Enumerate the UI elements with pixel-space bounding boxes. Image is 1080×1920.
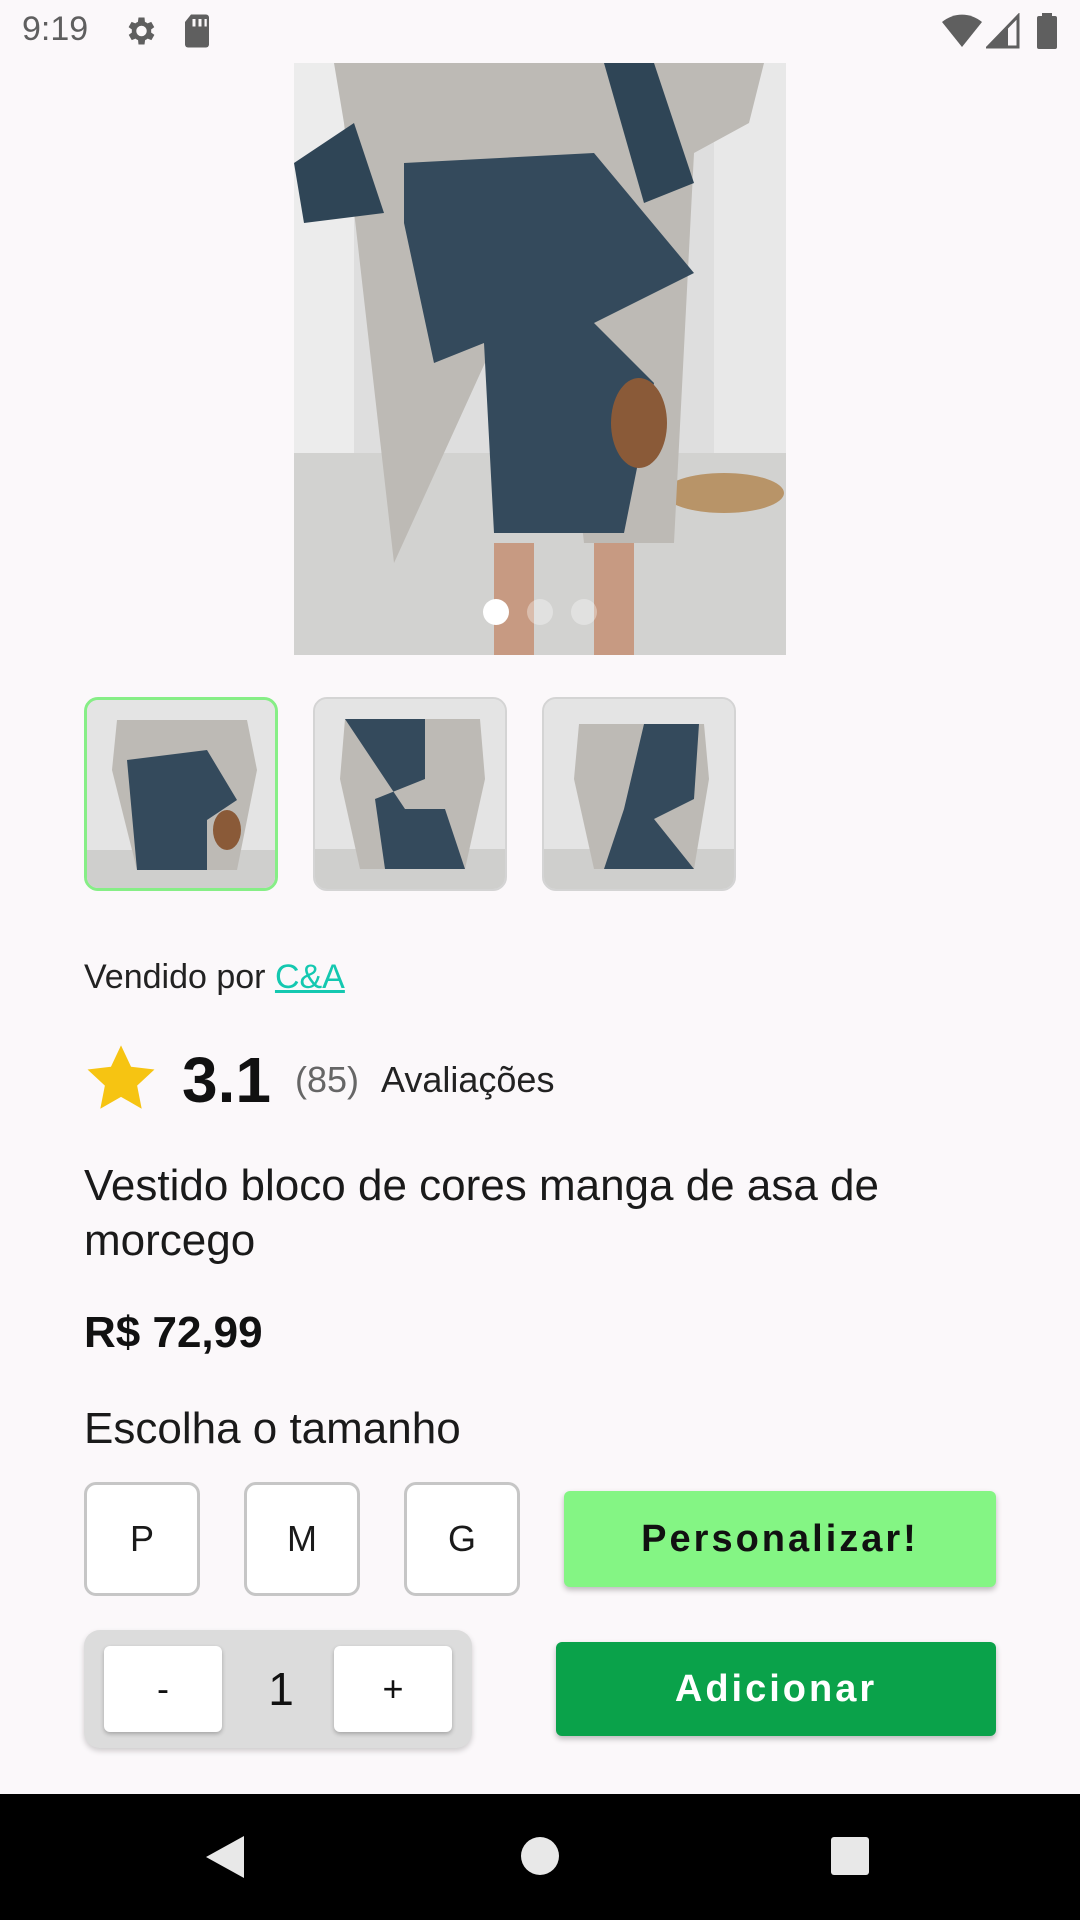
wifi-icon — [942, 13, 982, 54]
personalize-button[interactable]: Personalizar! — [564, 1491, 996, 1587]
sold-by: Vendido por C&A — [84, 958, 345, 997]
status-time: 9:19 — [22, 10, 89, 48]
thumbnail-image — [544, 699, 734, 889]
rating-value: 3.1 — [182, 1044, 271, 1116]
navigation-bar — [0, 1794, 1080, 1920]
carousel-dot[interactable] — [527, 599, 553, 625]
thumbnail-3[interactable] — [542, 697, 736, 891]
size-option-p[interactable]: P — [84, 1482, 200, 1596]
decrement-button[interactable]: - — [104, 1646, 222, 1732]
size-heading: Escolha o tamanho — [84, 1404, 461, 1453]
product-title: Vestido bloco de cores manga de asa de m… — [84, 1161, 879, 1265]
add-to-cart-button[interactable]: Adicionar — [556, 1642, 996, 1736]
size-option-m[interactable]: M — [244, 1482, 360, 1596]
recents-icon[interactable] — [830, 1836, 870, 1881]
product-image-carousel[interactable] — [294, 63, 786, 655]
sold-by-prefix: Vendido por — [84, 958, 266, 996]
status-bar: 9:19 — [0, 0, 1080, 62]
rating-row: 3.1 (85) Avaliações — [84, 1040, 554, 1120]
review-count: (85) — [294, 1059, 359, 1100]
settings-icon — [122, 13, 158, 54]
home-icon[interactable] — [520, 1836, 560, 1881]
product-photo — [294, 63, 786, 655]
thumbnail-image — [315, 699, 505, 889]
increment-button[interactable]: + — [334, 1646, 452, 1732]
thumbnail-1[interactable] — [84, 697, 278, 891]
back-icon[interactable] — [204, 1834, 246, 1885]
quantity-value: 1 — [268, 1663, 294, 1715]
reviews-label[interactable]: Avaliações — [381, 1059, 554, 1101]
carousel-dot[interactable] — [571, 599, 597, 625]
product-price: R$ 72,99 — [84, 1308, 263, 1357]
thumbnail-2[interactable] — [313, 697, 507, 891]
size-option-g[interactable]: G — [404, 1482, 520, 1596]
carousel-dot[interactable] — [483, 599, 509, 625]
seller-link[interactable]: C&A — [275, 958, 345, 996]
star-icon — [84, 1043, 158, 1118]
quantity-stepper: - 1 + — [84, 1630, 472, 1748]
battery-icon — [1036, 13, 1058, 54]
thumbnail-image — [87, 700, 275, 888]
sd-card-icon — [182, 13, 212, 54]
cell-signal-icon — [984, 12, 1020, 54]
carousel-dots — [294, 599, 786, 625]
